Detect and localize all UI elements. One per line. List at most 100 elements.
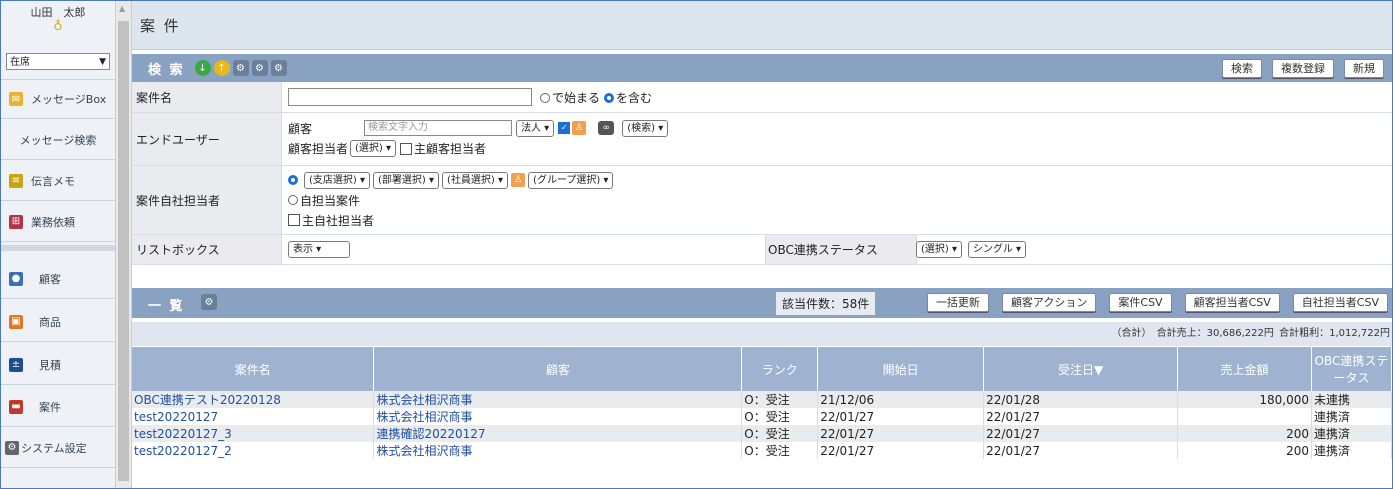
- sidebar-item-label: 伝言メモ: [31, 174, 75, 188]
- obc-status-cell: 連携済: [1311, 425, 1392, 442]
- table-row[interactable]: test20220127_2 株式会社相沢商事 O：受注 22/01/27 22…: [132, 442, 1392, 459]
- customer-link[interactable]: 株式会社相沢商事: [373, 391, 743, 408]
- table-row[interactable]: test20220127_3 連携確認20220127 O：受注 22/01/2…: [132, 425, 1392, 442]
- case-name-link[interactable]: test20220127_3: [132, 425, 375, 442]
- corp-checkbox[interactable]: ✓: [558, 122, 571, 134]
- rank-cell: O：受注: [741, 425, 819, 442]
- column-header-case-name[interactable]: 案件名: [132, 347, 375, 391]
- customer-label: 顧客: [288, 121, 313, 136]
- rank-cell: O：受注: [741, 442, 819, 459]
- obc-select[interactable]: (選択) ▾: [916, 241, 963, 258]
- gear-search-icon[interactable]: ⚙: [251, 60, 268, 76]
- customer-search-input[interactable]: 検索文字入力: [364, 120, 512, 136]
- person-icon[interactable]: ♙: [572, 121, 587, 135]
- page-title: 案 件: [132, 1, 1392, 50]
- total-sales: 合計売上：30,686,222円: [1156, 328, 1274, 339]
- gear-icon[interactable]: ⚙: [201, 294, 217, 310]
- table-row[interactable]: test20220127 株式会社相沢商事 O：受注 22/01/27 22/0…: [132, 408, 1392, 425]
- status-select[interactable]: 在席 ▼: [6, 53, 110, 70]
- corp-select[interactable]: 法人 ▾: [516, 119, 555, 137]
- own-rep-label: 案件自社担当者: [132, 166, 282, 234]
- envelope-icon: ✉: [9, 92, 23, 106]
- sidebar-item-message-search[interactable]: メッセージ検索: [1, 120, 115, 160]
- own-case-radio[interactable]: [288, 195, 298, 205]
- sidebar-item-message-box[interactable]: ✉ メッセージBox: [1, 79, 115, 119]
- case-csv-button[interactable]: 案件CSV: [1109, 293, 1172, 312]
- main-customer-rep-option[interactable]: 主顧客担当者: [400, 140, 486, 157]
- calculator-icon: ±: [9, 357, 23, 372]
- amount-cell: 200: [1177, 425, 1312, 442]
- user-name[interactable]: 山田 太郎: [31, 6, 86, 19]
- customer-action-button[interactable]: 顧客アクション: [1001, 293, 1097, 312]
- gear-icon: ⚙: [5, 440, 19, 455]
- main-own-rep-option[interactable]: 主自社担当者: [288, 210, 1392, 230]
- customer-link[interactable]: 株式会社相沢商事: [373, 442, 743, 459]
- dept-select[interactable]: (部署選択) ▾: [373, 171, 440, 189]
- binoculars-icon[interactable]: ∞: [598, 121, 615, 135]
- branch-select[interactable]: (支店選択) ▾: [304, 171, 371, 189]
- staff-select[interactable]: (社員選択) ▾: [442, 171, 509, 189]
- column-header-customer[interactable]: 顧客: [373, 347, 743, 391]
- own-rep-select-radio[interactable]: [288, 175, 298, 185]
- arrow-up-icon[interactable]: ↑: [213, 60, 230, 76]
- case-name-link[interactable]: OBC連携テスト20220128: [132, 391, 375, 408]
- table-row[interactable]: OBC連携テスト20220128 株式会社相沢商事 O：受注 21/12/06 …: [132, 391, 1392, 408]
- arrow-down-icon[interactable]: ↓: [194, 60, 211, 76]
- case-name-link[interactable]: test20220127_2: [132, 442, 375, 459]
- case-name-link[interactable]: test20220127: [132, 408, 375, 425]
- chevron-down-icon: ▼: [99, 57, 106, 67]
- column-header-rank[interactable]: ランク: [741, 347, 819, 391]
- column-header-obc-status[interactable]: OBC連携ステータス: [1311, 347, 1392, 391]
- user-box: 山田 太郎 ♁: [1, 1, 115, 34]
- listbox-select[interactable]: 表示 ▾: [288, 241, 350, 258]
- sidebar-item-label: メッセージBox: [31, 93, 107, 106]
- customer-link[interactable]: 株式会社相沢商事: [373, 408, 743, 425]
- new-button[interactable]: 新規: [1344, 59, 1384, 78]
- sidebar-item-product[interactable]: ▣ 商品: [1, 302, 115, 342]
- search-button[interactable]: 検索: [1222, 59, 1262, 78]
- main-content: 案 件 検 索 ↓ ↑ ⚙ ⚙ ⚙ 検索 複数登録 新規 案件名 で始まる を含…: [132, 1, 1392, 488]
- multi-register-button[interactable]: 複数登録: [1272, 59, 1334, 78]
- main-own-rep-checkbox[interactable]: [288, 214, 300, 226]
- contains-option[interactable]: を含む: [604, 89, 652, 106]
- sidebar-item-memo[interactable]: ≡ 伝言メモ: [1, 161, 115, 201]
- search-actions: 検索 複数登録 新規: [1222, 59, 1384, 78]
- app-frame: 山田 太郎 ♁ 在席 ▼ ✉ メッセージBox メッセージ検索 ≡ 伝言メモ ⊞…: [0, 0, 1393, 489]
- person-icon[interactable]: ♙: [511, 173, 526, 187]
- customer-rep-csv-button[interactable]: 顧客担当者CSV: [1184, 293, 1280, 312]
- column-header-start-date[interactable]: 開始日: [817, 347, 985, 391]
- list-header: 一 覧 ⚙ 該当件数：58件 一括更新 顧客アクション 案件CSV 顧客担当者C…: [132, 288, 1392, 318]
- own-case-option[interactable]: 自担当案件: [288, 190, 1392, 210]
- customer-search-select[interactable]: (検索) ▾: [622, 119, 669, 137]
- scroll-up-icon[interactable]: ▲: [119, 4, 125, 13]
- customer-link[interactable]: 連携確認20220127: [373, 425, 743, 442]
- contains-radio[interactable]: [604, 93, 615, 103]
- main-customer-rep-checkbox[interactable]: [400, 143, 413, 155]
- scrollbar-thumb[interactable]: [118, 21, 129, 481]
- status-value: 在席: [10, 57, 30, 68]
- column-header-order-date[interactable]: 受注日▼: [983, 347, 1179, 391]
- column-header-sales-amount[interactable]: 売上金額: [1177, 347, 1312, 391]
- bulk-update-button[interactable]: 一括更新: [926, 293, 989, 312]
- sidebar-item-customer[interactable]: ● 顧客: [1, 259, 115, 299]
- start-date-cell: 22/01/27: [817, 408, 985, 425]
- people-icon: ●: [9, 271, 23, 286]
- obc-status-cell: 未連携: [1311, 391, 1392, 408]
- rank-cell: O：受注: [741, 408, 819, 425]
- sidebar-scrollbar[interactable]: ▲: [116, 1, 132, 488]
- own-rep-csv-button[interactable]: 自社担当者CSV: [1292, 293, 1388, 312]
- case-name-input[interactable]: [288, 88, 532, 106]
- sidebar-item-estimate[interactable]: ± 見積: [1, 345, 115, 385]
- sidebar-item-task-request[interactable]: ⊞ 業務依頼: [1, 202, 115, 242]
- gear-icon[interactable]: ⚙: [232, 60, 249, 76]
- group-select[interactable]: (グループ選択) ▾: [528, 171, 614, 189]
- customer-rep-select[interactable]: (選択) ▾: [350, 139, 397, 157]
- obc-status-cell: 連携済: [1311, 408, 1392, 425]
- gear-plus-icon[interactable]: ⚙: [270, 60, 287, 76]
- sidebar-item-case[interactable]: ▬ 案件: [1, 387, 115, 427]
- starts-with-option[interactable]: で始まる: [540, 89, 600, 106]
- single-select[interactable]: シングル ▾: [967, 241, 1027, 258]
- obc-status-cell: 連携済: [1311, 442, 1392, 459]
- sidebar-item-system-settings[interactable]: ⚙ システム設定: [1, 428, 115, 468]
- starts-with-radio[interactable]: [540, 93, 550, 103]
